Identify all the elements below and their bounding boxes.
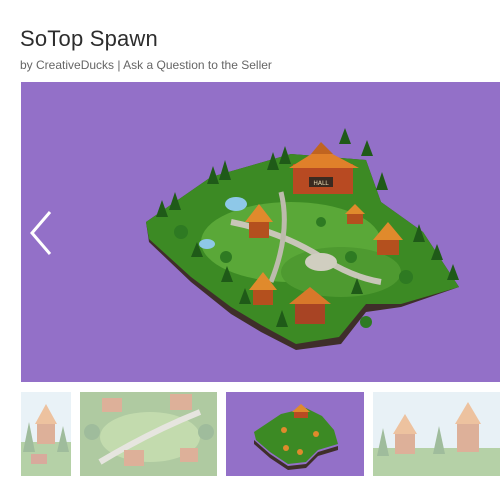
byline-separator: | [114,58,124,72]
page-title: SoTop Spawn [20,26,158,51]
byline: by CreativeDucks | Ask a Question to the… [20,58,272,72]
chevron-left-icon [30,211,52,255]
thumbnail-4[interactable] [373,392,500,476]
previous-image-button[interactable] [26,208,56,258]
main-gallery-image: HALL [21,82,500,382]
thumbnail-3[interactable] [226,392,364,476]
author-link[interactable]: CreativeDucks [36,58,114,72]
hall-sign-text: HALL [313,180,329,187]
ask-seller-link[interactable]: Ask a Question to the Seller [123,58,272,72]
thumbnail-2[interactable] [80,392,217,476]
thumbnail-1[interactable] [21,392,71,476]
byline-prefix: by [20,58,37,72]
